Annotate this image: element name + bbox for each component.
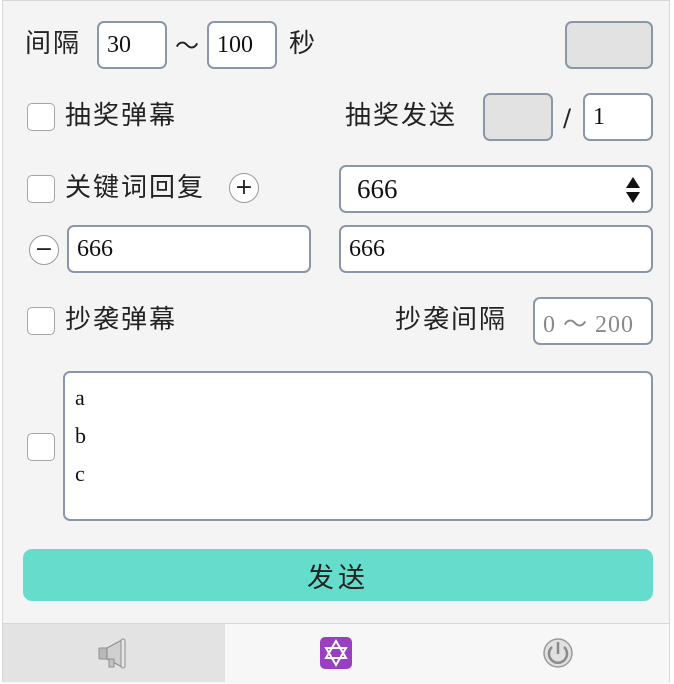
copy-interval-label: 抄袭间隔 xyxy=(395,305,508,335)
power-icon xyxy=(543,638,573,668)
lottery-checkbox[interactable] xyxy=(27,103,55,131)
minus-icon: − xyxy=(34,237,54,262)
copy-interval-input[interactable]: 0 ～ 200 xyxy=(533,297,653,345)
lottery-slash: / xyxy=(563,104,574,132)
interval-max-input[interactable]: 100 xyxy=(207,21,277,69)
danmaku-panel: 间隔 30 ～ 100 秒 抽奖弹幕 抽奖发送 / 1 关键词回复 + 666 … xyxy=(2,0,670,683)
keyword-select-value: 666 xyxy=(357,173,398,204)
message-line: a xyxy=(75,385,85,410)
add-keyword-button[interactable]: + xyxy=(229,173,259,203)
copy-checkbox[interactable] xyxy=(27,307,55,335)
interval-unit: 秒 xyxy=(289,29,318,59)
send-button[interactable]: 发送 xyxy=(23,549,653,601)
interval-label: 间隔 xyxy=(25,29,82,59)
send-button-label: 发送 xyxy=(307,562,369,594)
lottery-label: 抽奖弹幕 xyxy=(65,101,178,131)
keyword-select[interactable]: 666 xyxy=(339,165,653,213)
reply-value: 666 xyxy=(349,235,385,262)
tab-danmaku[interactable] xyxy=(3,624,225,682)
keyword-checkbox[interactable] xyxy=(27,175,55,203)
lottery-total-value: 1 xyxy=(593,103,605,130)
copy-label: 抄袭弹幕 xyxy=(65,305,178,335)
interval-max-value: 100 xyxy=(217,31,253,58)
keyword-input[interactable]: 666 xyxy=(67,225,311,273)
tab-star[interactable] xyxy=(225,624,447,682)
interval-tilde: ～ xyxy=(175,32,201,60)
messages-textarea[interactable]: a b c xyxy=(63,371,653,521)
copy-interval-placeholder: 0 ～ 200 xyxy=(543,311,634,338)
lottery-total-input[interactable]: 1 xyxy=(583,93,653,141)
megaphone-icon xyxy=(98,638,126,669)
select-arrows-icon xyxy=(626,177,640,203)
messages-checkbox[interactable] xyxy=(27,433,55,461)
lottery-send-label: 抽奖发送 xyxy=(345,101,458,131)
message-line: b xyxy=(75,423,86,448)
status-box[interactable] xyxy=(565,21,653,69)
remove-keyword-button[interactable]: − xyxy=(29,235,59,265)
keyword-value: 666 xyxy=(77,235,113,262)
plus-icon: + xyxy=(234,175,254,200)
lottery-count-input[interactable] xyxy=(483,93,553,141)
tab-power[interactable] xyxy=(447,624,669,682)
keyword-label: 关键词回复 xyxy=(65,173,206,203)
reply-input[interactable]: 666 xyxy=(339,225,653,273)
message-line: c xyxy=(75,461,85,486)
tab-bar xyxy=(3,623,669,683)
interval-min-input[interactable]: 30 xyxy=(97,21,167,69)
interval-min-value: 30 xyxy=(107,31,131,58)
star-of-david-icon xyxy=(320,637,352,669)
